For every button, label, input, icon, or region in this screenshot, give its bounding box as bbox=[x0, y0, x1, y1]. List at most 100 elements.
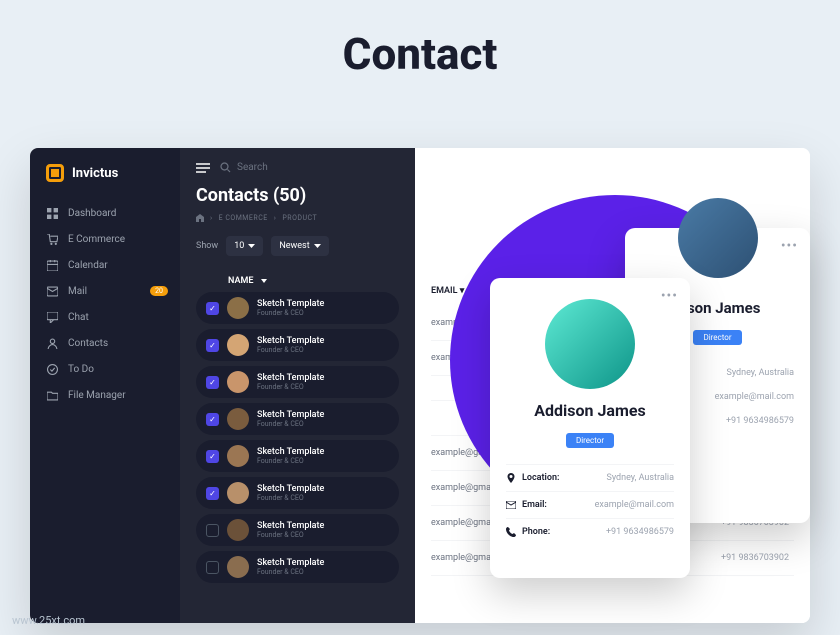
location-value: Sydney, Australia bbox=[606, 473, 674, 483]
breadcrumb: › E COMMERCE › PRODUCT bbox=[196, 214, 399, 222]
phone-cell: +91 9836703902 bbox=[721, 553, 789, 563]
logo-icon bbox=[46, 164, 64, 182]
search-placeholder: Search bbox=[237, 162, 268, 173]
location-icon bbox=[506, 473, 516, 483]
nav-label: Contacts bbox=[68, 338, 108, 349]
breadcrumb-item[interactable]: E COMMERCE bbox=[219, 214, 268, 222]
contact-card-front: ••• Addison James Director Location: Syd… bbox=[490, 278, 690, 578]
contact-row[interactable]: ✓ Sketch TemplateFounder & CEO bbox=[196, 403, 399, 435]
sidebar: Invictus Dashboard E Commerce Calendar Mail… bbox=[30, 148, 180, 623]
cart-icon bbox=[46, 233, 58, 245]
phone-label: Phone: bbox=[506, 527, 550, 537]
sidebar-item-e-commerce[interactable]: E Commerce bbox=[30, 226, 180, 252]
checkbox[interactable]: ✓ bbox=[206, 339, 219, 352]
calendar-icon bbox=[46, 259, 58, 271]
row-name: Sketch Template bbox=[257, 410, 324, 420]
avatar bbox=[227, 371, 249, 393]
nav-label: Calendar bbox=[68, 260, 108, 271]
menu-icon[interactable] bbox=[196, 163, 210, 173]
avatar bbox=[678, 198, 758, 278]
avatar bbox=[227, 334, 249, 356]
avatar bbox=[545, 299, 635, 389]
breadcrumb-sep: › bbox=[274, 214, 277, 222]
page-title: Contacts (50) bbox=[196, 185, 399, 206]
hero-title: Contact bbox=[0, 0, 840, 80]
nav-label: Mail bbox=[68, 286, 87, 297]
contact-row[interactable]: ✓Sketch TemplateFounder & CEO bbox=[196, 292, 399, 324]
brand-name: Invictus bbox=[72, 166, 118, 181]
row-name: Sketch Template bbox=[257, 521, 324, 531]
search-icon bbox=[220, 162, 231, 173]
avatar bbox=[227, 482, 249, 504]
avatar bbox=[227, 519, 249, 541]
avatar bbox=[227, 408, 249, 430]
contact-row[interactable]: Sketch TemplateFounder & CEO bbox=[196, 551, 399, 583]
toolbar: Search bbox=[196, 162, 399, 173]
count-select[interactable]: 10 bbox=[226, 236, 263, 256]
checkbox[interactable]: ✓ bbox=[206, 302, 219, 315]
users-icon bbox=[46, 337, 58, 349]
nav-label: Dashboard bbox=[68, 208, 116, 219]
home-icon bbox=[196, 214, 204, 222]
logo[interactable]: Invictus bbox=[30, 164, 180, 200]
column-header-email[interactable]: EMAIL ▾ bbox=[431, 286, 464, 296]
phone-value: +91 9634986579 bbox=[726, 416, 794, 426]
more-icon[interactable]: ••• bbox=[781, 238, 798, 254]
sidebar-item-to-do[interactable]: To Do bbox=[30, 356, 180, 382]
check-icon bbox=[46, 363, 58, 375]
role-badge: Director bbox=[693, 330, 741, 345]
email-value: example@mail.com bbox=[715, 392, 794, 402]
column-header-name[interactable]: NAME bbox=[196, 270, 399, 292]
filters: Show 10 Newest bbox=[196, 236, 399, 256]
row-role: Founder & CEO bbox=[257, 383, 324, 391]
more-icon[interactable]: ••• bbox=[661, 288, 678, 304]
email-value: example@mail.com bbox=[595, 500, 674, 510]
grid-icon bbox=[46, 207, 58, 219]
badge: 20 bbox=[150, 286, 168, 296]
row-name: Sketch Template bbox=[257, 484, 324, 494]
checkbox[interactable] bbox=[206, 524, 219, 537]
location-label: Location: bbox=[506, 473, 559, 483]
breadcrumb-sep: › bbox=[210, 214, 213, 222]
row-name: Sketch Template bbox=[257, 336, 324, 346]
contact-row[interactable]: ✓ Sketch TemplateFounder & CEO bbox=[196, 329, 399, 361]
checkbox[interactable] bbox=[206, 561, 219, 574]
avatar bbox=[227, 556, 249, 578]
main-dark-panel: Search Contacts (50) › E COMMERCE › PROD… bbox=[180, 148, 415, 623]
sidebar-item-calendar[interactable]: Calendar bbox=[30, 252, 180, 278]
sidebar-item-dashboard[interactable]: Dashboard bbox=[30, 200, 180, 226]
sort-select[interactable]: Newest bbox=[271, 236, 328, 256]
row-name: Sketch Template bbox=[257, 447, 324, 457]
sidebar-item-mail[interactable]: Mail 20 bbox=[30, 278, 180, 304]
nav-label: E Commerce bbox=[68, 234, 125, 245]
checkbox[interactable]: ✓ bbox=[206, 413, 219, 426]
search-input[interactable]: Search bbox=[220, 162, 268, 173]
row-name: Sketch Template bbox=[257, 299, 324, 309]
chevron-down-icon bbox=[248, 244, 255, 248]
contact-row[interactable]: ✓ Sketch TemplateFounder & CEO bbox=[196, 440, 399, 472]
email-label: Email: bbox=[506, 500, 547, 510]
phone-icon bbox=[506, 527, 516, 537]
checkbox[interactable]: ✓ bbox=[206, 487, 219, 500]
row-role: Founder & CEO bbox=[257, 420, 324, 428]
avatar bbox=[227, 445, 249, 467]
contact-row[interactable]: ✓ Sketch TemplateFounder & CEO bbox=[196, 366, 399, 398]
row-role: Founder & CEO bbox=[257, 531, 324, 539]
checkbox[interactable]: ✓ bbox=[206, 450, 219, 463]
sort-icon bbox=[261, 279, 267, 283]
mail-icon bbox=[46, 285, 58, 297]
role-badge: Director bbox=[566, 433, 614, 448]
contact-row[interactable]: Sketch TemplateFounder & CEO bbox=[196, 514, 399, 546]
nav-label: File Manager bbox=[68, 390, 126, 401]
sidebar-item-contacts[interactable]: Contacts bbox=[30, 330, 180, 356]
row-role: Founder & CEO bbox=[257, 346, 324, 354]
row-name: Sketch Template bbox=[257, 373, 324, 383]
row-name: Sketch Template bbox=[257, 558, 324, 568]
nav-label: To Do bbox=[68, 364, 94, 375]
breadcrumb-item[interactable]: PRODUCT bbox=[282, 214, 317, 222]
row-role: Founder & CEO bbox=[257, 457, 324, 465]
checkbox[interactable]: ✓ bbox=[206, 376, 219, 389]
sidebar-item-chat[interactable]: Chat bbox=[30, 304, 180, 330]
sidebar-item-file-manager[interactable]: File Manager bbox=[30, 382, 180, 408]
contact-row[interactable]: ✓Sketch TemplateFounder & CEO bbox=[196, 477, 399, 509]
